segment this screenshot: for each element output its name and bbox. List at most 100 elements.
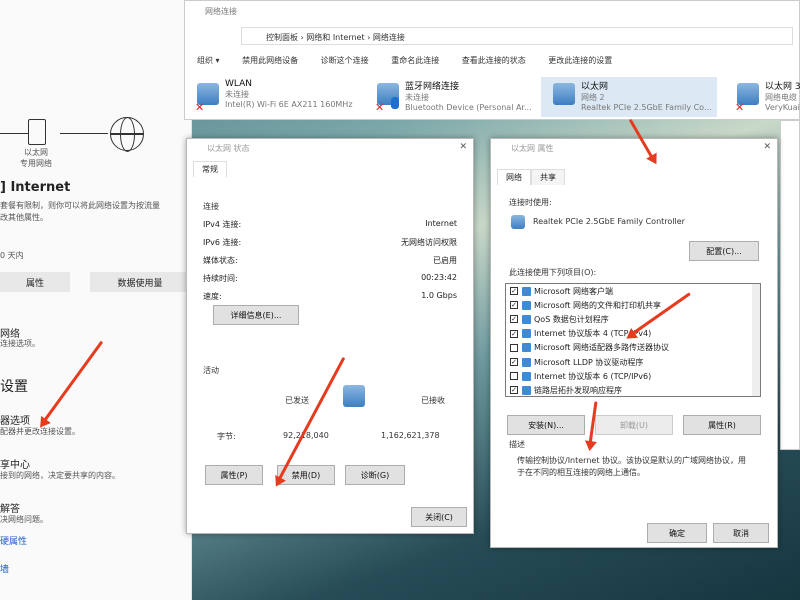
connection-name: 蓝牙网络连接: [405, 82, 460, 92]
list-item[interactable]: ✓ QoS 数据包计划程序: [506, 312, 760, 326]
list-scrollbar[interactable]: [752, 284, 760, 396]
bytes-label: 字节:: [217, 432, 236, 441]
checkbox[interactable]: [510, 372, 518, 381]
item-label: QoS 数据包计划程序: [534, 314, 609, 324]
item-label: Internet 协议版本 6 (TCP/IPv6): [534, 371, 652, 381]
change-settings-button[interactable]: 更改此连接的设置: [548, 56, 612, 65]
tab-bar: 网络 共享: [497, 169, 565, 185]
disable-device-button[interactable]: 禁用此网络设备: [242, 56, 298, 65]
disconnected-icon: ✕: [195, 101, 205, 114]
tab-bar: 常规: [193, 161, 227, 177]
description-text: 传输控制协议/Internet 协议。该协议是默认的广域网络协议，用: [517, 456, 747, 465]
install-button[interactable]: 安装(N)...: [507, 415, 585, 435]
troubleshoot-desc: 决网络问题。: [0, 515, 48, 524]
view-status-button[interactable]: 查看此连接的状态: [462, 56, 526, 65]
connection-wlan[interactable]: ✕ WLAN 未连接 Intel(R) Wi-Fi 6E AX211 160MH…: [185, 77, 355, 117]
row-value: 1.0 Gbps: [421, 291, 457, 300]
ok-button[interactable]: 确定: [647, 523, 707, 543]
tab-sharing[interactable]: 共享: [531, 169, 565, 185]
status-desc: 套餐有限制，则你可以将此网络设置为按流量: [0, 201, 160, 210]
checkbox[interactable]: ✓: [510, 386, 518, 395]
diagram-line: [0, 133, 28, 134]
component-icon: [522, 343, 531, 353]
component-icon: [522, 357, 531, 367]
network-connections-window: 网络连接 控制面板 › 网络和 Internet › 网络连接 组织 ▾ 禁用此…: [184, 0, 800, 120]
item-label: Microsoft LLDP 协议驱动程序: [534, 357, 644, 367]
close-icon[interactable]: ✕: [459, 142, 467, 152]
diagnose-button[interactable]: 诊断这个连接: [321, 56, 369, 65]
connection-group-label: 连接: [203, 202, 219, 211]
connection-ethernet-3[interactable]: ✕ 以太网 3 网络电缆 VeryKuai Ta: [725, 77, 800, 117]
rename-button[interactable]: 重命名此连接: [391, 56, 439, 65]
address-bar[interactable]: 控制面板 › 网络和 Internet › 网络连接: [241, 27, 793, 45]
disconnected-icon: ✕: [375, 101, 385, 114]
status-row: 媒体状态: 已启用: [203, 255, 457, 266]
properties-button[interactable]: 属性(P): [205, 465, 263, 485]
bytes-sent: 92,218,040: [283, 431, 329, 440]
diagnose-button[interactable]: 诊断(G): [345, 465, 405, 485]
status-row: 速度: 1.0 Gbps: [203, 291, 457, 302]
checkbox[interactable]: ✓: [510, 358, 518, 367]
background-window-edge: [780, 120, 800, 450]
connection-device: Realtek PCIe 2.5GbE Family Co...: [581, 103, 712, 112]
item-properties-button[interactable]: 属性(R): [683, 415, 761, 435]
connection-bluetooth[interactable]: ✕ 蓝牙网络连接 未连接 Bluetooth Device (Personal …: [365, 77, 535, 117]
hardware-properties-link[interactable]: 硬属性: [0, 534, 27, 547]
tab-networking[interactable]: 网络: [497, 169, 531, 185]
status-row: IPv4 连接: Internet: [203, 219, 457, 230]
checkbox[interactable]: ✓: [510, 329, 518, 338]
connection-device: Intel(R) Wi-Fi 6E AX211 160MHz: [225, 100, 353, 109]
list-item[interactable]: ✓ 链路层拓扑发现响应程序: [506, 383, 760, 396]
checkbox[interactable]: ✓: [510, 287, 518, 296]
checkbox[interactable]: ✓: [510, 315, 518, 324]
checkbox[interactable]: ✓: [510, 301, 518, 310]
dialog-title: 以太网 属性: [511, 144, 554, 153]
list-item[interactable]: Microsoft 网络适配器多路传送器协议: [506, 341, 760, 355]
globe-icon: [110, 117, 144, 152]
row-key: 媒体状态:: [203, 256, 238, 265]
adapter-icon: [511, 215, 525, 229]
list-item[interactable]: ✓ Microsoft LLDP 协议驱动程序: [506, 355, 760, 369]
row-key: IPv4 连接:: [203, 220, 242, 229]
item-label: 链路层拓扑发现响应程序: [534, 385, 622, 395]
row-key: IPv6 连接:: [203, 238, 242, 247]
row-key: 持续时间:: [203, 274, 238, 283]
properties-button[interactable]: 属性: [0, 272, 70, 292]
troubleshoot-item[interactable]: 解答: [0, 500, 20, 515]
sharing-center-item[interactable]: 享中心: [0, 456, 30, 471]
tab-general[interactable]: 常规: [193, 161, 227, 177]
adapter-options-item[interactable]: 器选项: [0, 412, 30, 427]
bytes-received: 1,162,621,378: [381, 431, 440, 440]
close-button[interactable]: 关闭(C): [411, 507, 467, 527]
row-key: 速度:: [203, 292, 222, 301]
cancel-button[interactable]: 取消: [713, 523, 769, 543]
diagram-sublabel: 专用网络: [20, 159, 52, 168]
component-icon: [522, 286, 531, 296]
status-title: ] Internet: [0, 180, 71, 195]
details-button[interactable]: 详细信息(E)...: [213, 305, 299, 325]
data-usage-button[interactable]: 数据使用量: [90, 272, 190, 292]
component-icon: [522, 371, 531, 381]
computer-icon: [28, 119, 46, 145]
sent-label: 已发送: [285, 396, 309, 405]
configure-button[interactable]: 配置(C)...: [689, 241, 759, 261]
firewall-link[interactable]: 墙: [0, 562, 9, 575]
adapter-name: Realtek PCIe 2.5GbE Family Controller: [533, 217, 685, 226]
connection-name: WLAN: [225, 79, 253, 89]
row-value: 无网络访问权限: [401, 238, 457, 247]
organize-button[interactable]: 组织 ▾: [197, 56, 220, 65]
status-row: 持续时间: 00:23:42: [203, 273, 457, 284]
close-icon[interactable]: ✕: [763, 142, 771, 152]
checkbox[interactable]: [510, 343, 518, 352]
list-item[interactable]: Internet 协议版本 6 (TCP/IPv6): [506, 369, 760, 383]
uninstall-button[interactable]: 卸载(U): [595, 415, 673, 435]
connection-ethernet[interactable]: 以太网 网络 2 Realtek PCIe 2.5GbE Family Co..…: [541, 77, 717, 117]
list-item[interactable]: ✓ Microsoft 网络的文件和打印机共享: [506, 298, 760, 312]
item-label: Microsoft 网络客户端: [534, 286, 613, 296]
ethernet-adapter-icon: [553, 83, 575, 105]
window-title: 网络连接: [205, 7, 237, 16]
list-item[interactable]: ✓ Microsoft 网络客户端: [506, 284, 760, 298]
network-diagram: 以太网 专用网络: [0, 105, 192, 175]
activity-group-label: 活动: [203, 366, 219, 375]
connection-status: 网络 2: [581, 93, 605, 102]
